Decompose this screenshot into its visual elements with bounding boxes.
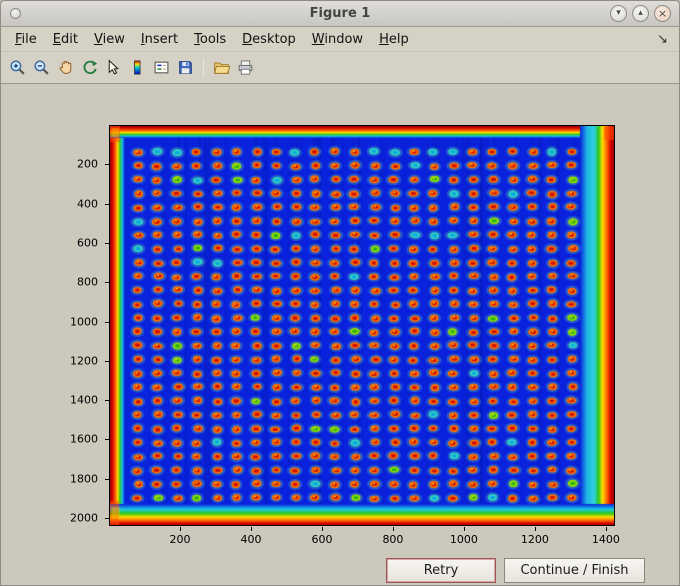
- pan-button[interactable]: [54, 56, 77, 79]
- y-tick-mark: [105, 282, 109, 284]
- zoom-in-icon: [10, 60, 25, 75]
- y-tick-mark: [105, 321, 109, 323]
- y-tick-label: 400: [77, 197, 98, 211]
- y-tick-label: 1400: [70, 393, 98, 407]
- x-tick-label: 1400: [591, 533, 620, 546]
- rotate-3d-button[interactable]: [78, 56, 101, 79]
- x-tick-mark: [534, 527, 536, 531]
- print-icon: [238, 60, 253, 75]
- open-folder-icon: [214, 62, 230, 74]
- insert-legend-button[interactable]: [150, 56, 173, 79]
- y-tick-mark: [105, 518, 109, 520]
- x-tick-mark: [179, 527, 181, 531]
- window-title: Figure 1: [309, 6, 371, 21]
- open-button[interactable]: [210, 56, 233, 79]
- colorbar-icon: [134, 60, 141, 75]
- data-cursor-button[interactable]: [102, 56, 125, 79]
- print-button[interactable]: [234, 56, 257, 79]
- dock-figure-icon[interactable]: ↘: [657, 32, 673, 47]
- y-tick-mark: [105, 478, 109, 480]
- zoom-out-icon: [34, 60, 49, 75]
- y-axis-ticks: 200 400 600 800 1000 1200 1400 1600 1800 2000: [47, 125, 109, 526]
- menu-view[interactable]: View: [86, 30, 133, 49]
- y-tick-label: 1800: [70, 472, 98, 486]
- menubar: File Edit View Insert Tools Desktop Wind…: [1, 27, 679, 52]
- menu-help[interactable]: Help: [371, 30, 417, 49]
- retry-button[interactable]: Retry: [386, 558, 496, 583]
- y-tick-mark: [105, 242, 109, 244]
- x-tick-mark: [392, 527, 394, 531]
- x-tick-mark: [321, 527, 323, 531]
- continue-finish-button[interactable]: Continue / Finish: [504, 558, 645, 583]
- y-tick-label: 1600: [70, 432, 98, 446]
- y-tick-label: 1000: [70, 315, 98, 329]
- toolbar: [1, 52, 679, 84]
- x-tick-mark: [605, 527, 607, 531]
- zoom-in-button[interactable]: [6, 56, 29, 79]
- x-tick-label: 1000: [449, 533, 478, 546]
- menu-window[interactable]: Window: [304, 30, 371, 49]
- menu-file[interactable]: File: [7, 30, 45, 49]
- save-button[interactable]: [174, 56, 197, 79]
- figure-canvas-area: 200 400 600 800 1000 1200 1400 1600 1800 2000 200…: [1, 84, 679, 585]
- legend-icon: [154, 61, 169, 74]
- shade-button[interactable]: ▾: [610, 5, 627, 22]
- plate-image[interactable]: [110, 126, 614, 525]
- x-tick-label: 800: [382, 533, 404, 546]
- figure-window: Figure 1 ▾ ▴ × File Edit View Insert Too…: [0, 0, 680, 586]
- y-tick-mark: [105, 203, 109, 205]
- close-button[interactable]: ×: [654, 5, 671, 22]
- y-tick-label: 200: [77, 157, 98, 171]
- save-floppy-icon: [179, 61, 192, 74]
- maximize-button[interactable]: ▴: [632, 5, 649, 22]
- data-cursor-icon: [108, 59, 119, 75]
- y-tick-mark: [105, 164, 109, 166]
- menu-desktop[interactable]: Desktop: [234, 30, 304, 49]
- x-tick-label: 200: [169, 533, 191, 546]
- y-tick-mark: [105, 439, 109, 441]
- titlebar[interactable]: Figure 1 ▾ ▴ ×: [1, 1, 679, 27]
- menu-insert[interactable]: Insert: [133, 30, 186, 49]
- y-tick-label: 800: [77, 275, 98, 289]
- zoom-out-button[interactable]: [30, 56, 53, 79]
- y-tick-label: 2000: [70, 511, 98, 525]
- x-tick-mark: [463, 527, 465, 531]
- y-tick-label: 600: [77, 236, 98, 250]
- rotate-3d-icon: [83, 60, 98, 75]
- toolbar-separator: [203, 58, 204, 77]
- x-tick-label: 400: [240, 533, 262, 546]
- x-tick-label: 1200: [520, 533, 549, 546]
- y-tick-mark: [105, 360, 109, 362]
- menu-tools[interactable]: Tools: [186, 30, 234, 49]
- x-axis-ticks: 200 400 600 800 1000 1200 1400: [109, 527, 620, 549]
- window-menu-button[interactable]: [10, 8, 21, 19]
- x-tick-mark: [250, 527, 252, 531]
- pan-hand-icon: [59, 60, 72, 74]
- y-tick-label: 1200: [70, 354, 98, 368]
- plot-box: 200 400 600 800 1000 1200 1400 1600 1800 2000 200…: [70, 125, 620, 546]
- y-tick-mark: [105, 400, 109, 402]
- menu-edit[interactable]: Edit: [45, 30, 86, 49]
- insert-colorbar-button[interactable]: [126, 56, 149, 79]
- x-tick-label: 600: [311, 533, 333, 546]
